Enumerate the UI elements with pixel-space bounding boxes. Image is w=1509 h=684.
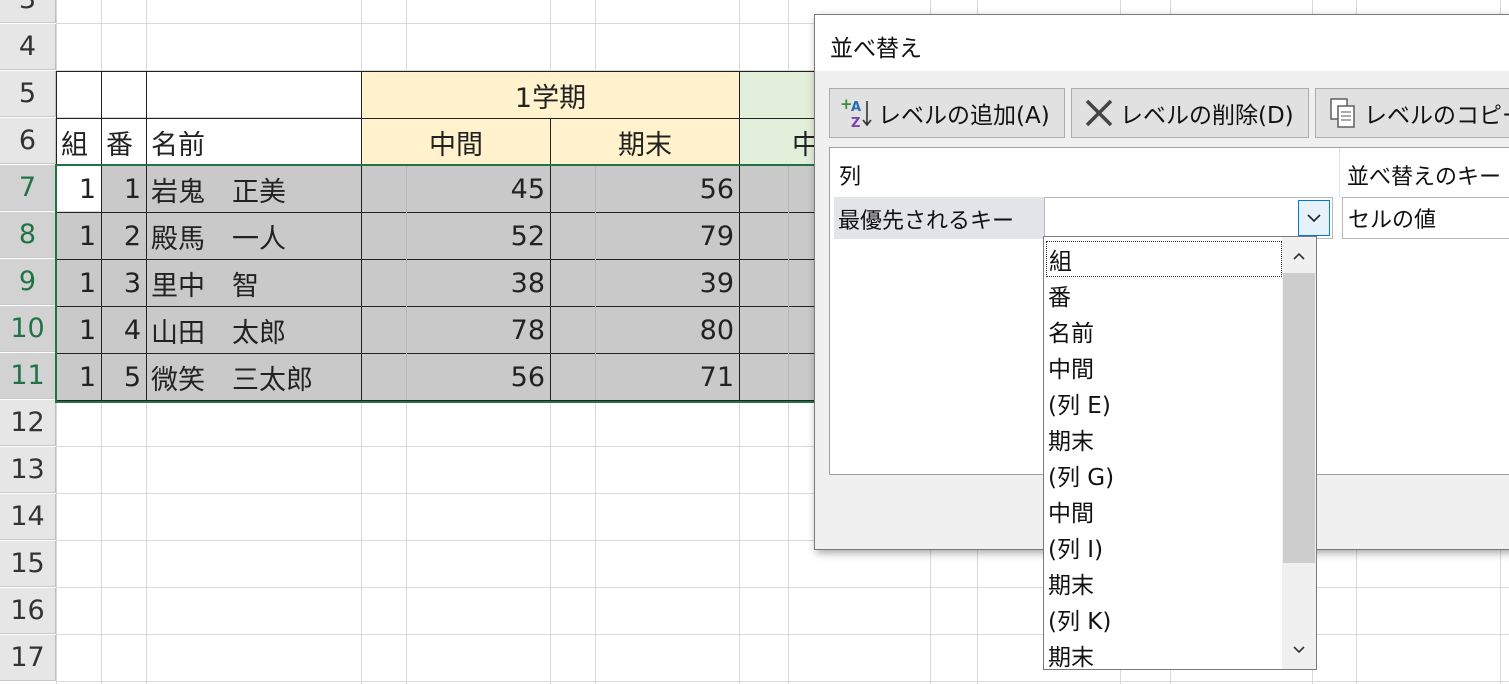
header-chukan: 中間 — [361, 118, 550, 165]
copy-level-button[interactable]: レベルのコピー( — [1315, 88, 1509, 138]
dropdown-scrollbar[interactable] — [1282, 237, 1316, 669]
row-header-4[interactable]: 4 — [0, 24, 56, 70]
gridline-inner — [406, 165, 407, 400]
svg-text:+: + — [840, 96, 853, 113]
scroll-up-button[interactable] — [1282, 239, 1316, 273]
dropdown-option[interactable]: 組 — [1046, 241, 1282, 277]
header-1gakki: 1学期 — [361, 71, 739, 118]
row-header-10[interactable]: 10 — [0, 306, 56, 352]
row-header-7[interactable]: 7 — [0, 165, 56, 211]
column-select[interactable] — [1044, 197, 1333, 239]
row-header-17[interactable]: 17 — [0, 635, 56, 681]
cell-name[interactable]: 里中 智 — [146, 259, 361, 306]
cell-chukan[interactable]: 38 — [361, 259, 550, 306]
header-ban: 番 — [101, 118, 146, 165]
dropdown-option[interactable]: 中間 — [1046, 493, 1282, 529]
dropdown-option[interactable]: 期末 — [1046, 565, 1282, 601]
dropdown-option[interactable]: (列 E) — [1046, 385, 1282, 421]
cell-name[interactable]: 岩鬼 正美 — [146, 165, 361, 212]
row-header-12[interactable]: 12 — [0, 400, 56, 446]
header-kimatsu: 期末 — [550, 118, 739, 165]
row-header-15[interactable]: 15 — [0, 541, 56, 587]
copy-level-label: レベルのコピー( — [1364, 103, 1509, 129]
delete-level-icon — [1082, 96, 1116, 130]
dropdown-option[interactable]: (列 G) — [1046, 457, 1282, 493]
cell-kumi[interactable]: 1 — [56, 165, 101, 212]
cell-next[interactable] — [739, 212, 819, 259]
gridline-inner — [595, 165, 596, 400]
row-header-3[interactable]: 3 — [0, 0, 56, 23]
gridline-row — [56, 681, 1509, 682]
sort-on-value: セルの値 — [1348, 208, 1437, 233]
header-name: 名前 — [146, 118, 361, 165]
dialog-titlebar[interactable]: 並べ替え — [815, 15, 1509, 71]
header-next-partial: 中 — [739, 118, 819, 165]
add-level-icon: A Z + — [840, 95, 874, 131]
delete-level-label: レベルの削除(D) — [1120, 103, 1294, 129]
cell-next[interactable] — [739, 259, 819, 306]
cell-ban[interactable]: 4 — [101, 306, 146, 353]
cell-chukan[interactable]: 52 — [361, 212, 550, 259]
column-header: 列 — [839, 165, 862, 190]
cell-next[interactable] — [739, 306, 819, 353]
chevron-down-icon — [1293, 646, 1305, 654]
cell-kumi[interactable]: 1 — [56, 259, 101, 306]
dialog-title: 並べ替え — [830, 36, 922, 62]
gridline-inner — [788, 165, 789, 400]
scrollbar-thumb[interactable] — [1283, 273, 1315, 563]
row-header-6[interactable]: 6 — [0, 118, 56, 164]
cell-next[interactable] — [739, 353, 819, 400]
row-header-14[interactable]: 14 — [0, 494, 56, 540]
cell-ban[interactable]: 2 — [101, 212, 146, 259]
cell-kimatsu[interactable]: 80 — [550, 306, 739, 353]
sort-on-header: 並べ替えのキー — [1347, 165, 1502, 190]
cell-chukan[interactable]: 78 — [361, 306, 550, 353]
scroll-down-button[interactable] — [1282, 633, 1316, 667]
header-2gakki — [739, 71, 819, 118]
cell-kimatsu[interactable]: 71 — [550, 353, 739, 400]
dropdown-option[interactable]: (列 I) — [1046, 529, 1282, 565]
cell-kumi[interactable]: 1 — [56, 353, 101, 400]
dropdown-option[interactable]: (列 K) — [1046, 601, 1282, 637]
cell-chukan[interactable]: 45 — [361, 165, 550, 212]
row-header-16[interactable]: 16 — [0, 588, 56, 634]
svg-text:Z: Z — [851, 116, 860, 130]
sort-key-label: 最優先されるキー — [838, 209, 1015, 234]
add-level-button[interactable]: A Z + レベルの追加(A) — [829, 88, 1065, 138]
row-header-8[interactable]: 8 — [0, 212, 56, 258]
copy-level-icon — [1326, 96, 1360, 130]
cell-kumi[interactable]: 1 — [56, 306, 101, 353]
cell-name[interactable]: 山田 太郎 — [146, 306, 361, 353]
table-bottom-border — [56, 400, 819, 401]
add-level-label: レベルの追加(A) — [878, 103, 1050, 129]
row-header-11[interactable]: 11 — [0, 353, 56, 399]
cell-ban[interactable]: 1 — [101, 165, 146, 212]
cell-kimatsu[interactable]: 56 — [550, 165, 739, 212]
dropdown-option[interactable]: 中間 — [1046, 349, 1282, 385]
cell-kumi[interactable]: 1 — [56, 212, 101, 259]
row-header-13[interactable]: 13 — [0, 447, 56, 493]
header-kumi: 組 — [56, 118, 101, 165]
column-separator — [1339, 148, 1340, 198]
cell-kimatsu[interactable]: 79 — [550, 212, 739, 259]
cell-next[interactable] — [739, 165, 819, 212]
sort-on-select[interactable]: セルの値 — [1342, 197, 1509, 239]
cell-ban[interactable]: 3 — [101, 259, 146, 306]
cell-chukan[interactable]: 56 — [361, 353, 550, 400]
cell-ban[interactable]: 5 — [101, 353, 146, 400]
chevron-up-icon — [1293, 252, 1305, 260]
cell-name[interactable]: 微笑 三太郎 — [146, 353, 361, 400]
dropdown-option[interactable]: 期末 — [1046, 421, 1282, 457]
dropdown-option[interactable]: 番 — [1046, 277, 1282, 313]
row-header-9[interactable]: 9 — [0, 259, 56, 305]
column-select-dropdown-button[interactable] — [1298, 200, 1330, 236]
cell-kimatsu[interactable]: 39 — [550, 259, 739, 306]
dropdown-option[interactable]: 期末 — [1046, 637, 1282, 669]
delete-level-button[interactable]: レベルの削除(D) — [1071, 88, 1309, 138]
column-dropdown-list[interactable]: 組番名前 中間 (列 E) 期末 (列 G) 中間 (列 I) 期末 (列 K) 期末 — [1043, 236, 1317, 670]
chevron-down-icon — [1307, 214, 1321, 223]
row-header-5[interactable]: 5 — [0, 71, 56, 117]
cell-name[interactable]: 殿馬 一人 — [146, 212, 361, 259]
dropdown-option[interactable]: 名前 — [1046, 313, 1282, 349]
